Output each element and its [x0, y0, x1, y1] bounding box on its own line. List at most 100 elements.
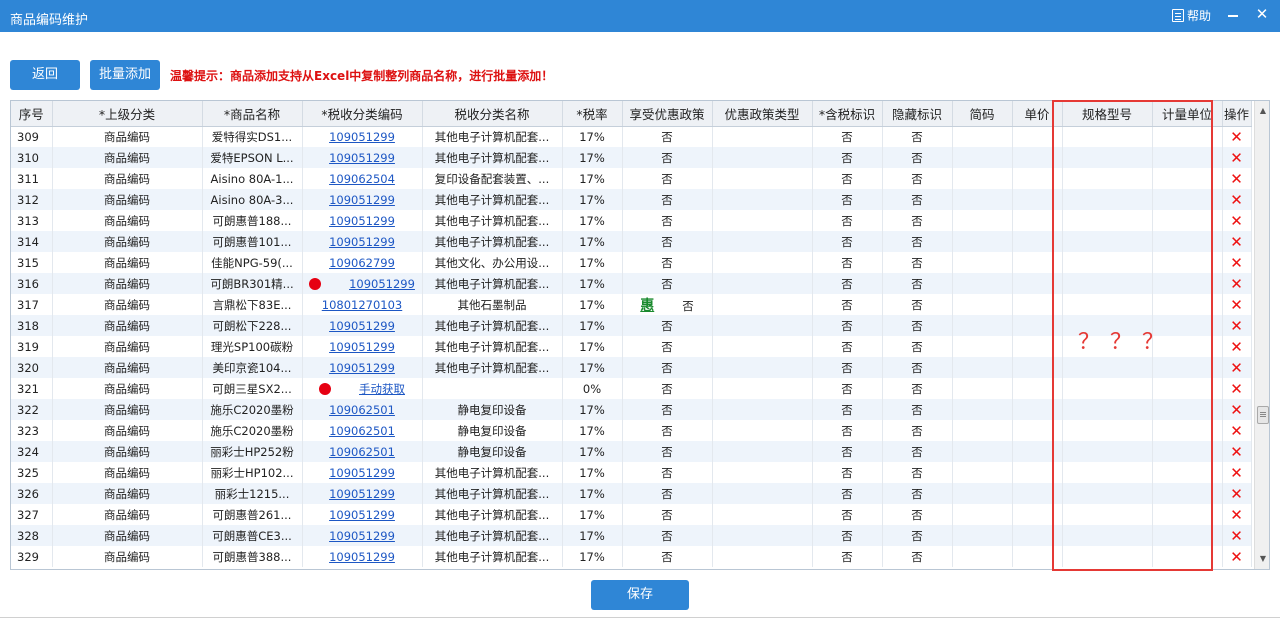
cell-product-name[interactable]: 可朗惠普188...	[202, 210, 303, 231]
cell-product-name[interactable]: Aisino 80A-1...	[202, 168, 303, 189]
delete-icon[interactable]: ✕	[1230, 485, 1243, 503]
cell-product-name[interactable]: 丽彩士HP102...	[202, 462, 303, 483]
cell-parent-category[interactable]: 商品编码	[52, 210, 203, 231]
cell-preference-type[interactable]	[712, 126, 813, 147]
cell-preference-type[interactable]	[712, 294, 813, 315]
column-header[interactable]: *税收分类编码	[302, 101, 423, 127]
cell-tax-category-name[interactable]: 其他电子计算机配套...	[422, 126, 563, 147]
column-header[interactable]: 单价	[1012, 101, 1063, 127]
cell-tax-category-name[interactable]: 其他电子计算机配套...	[422, 315, 563, 336]
cell-unit-price[interactable]	[1012, 357, 1063, 378]
cell-tax-included[interactable]: 否	[812, 273, 883, 294]
cell-unit-price[interactable]	[1012, 483, 1063, 504]
cell-parent-category[interactable]: 商品编码	[52, 420, 203, 441]
cell-product-name[interactable]: 施乐C2020墨粉	[202, 399, 303, 420]
cell-spec-model[interactable]	[1062, 210, 1153, 231]
cell-parent-category[interactable]: 商品编码	[52, 462, 203, 483]
cell-tax-code[interactable]: 109051299	[302, 462, 423, 483]
table-row[interactable]: 319 商品编码 理光SP100碳粉 109051299 其他电子计算机配套... 17%…	[11, 336, 1252, 357]
cell-tax-category-name[interactable]: 其他电子计算机配套...	[422, 231, 563, 252]
delete-icon[interactable]: ✕	[1230, 548, 1243, 566]
cell-product-name[interactable]: 丽彩士HP252粉	[202, 441, 303, 462]
cell-spec-model[interactable]	[1062, 441, 1153, 462]
cell-tax-rate[interactable]: 17%	[562, 273, 623, 294]
cell-hidden-flag[interactable]: 否	[882, 168, 953, 189]
cell-tax-included[interactable]: 否	[812, 504, 883, 525]
cell-tax-category-name[interactable]: 其他电子计算机配套...	[422, 357, 563, 378]
table-row[interactable]: 326 商品编码 丽彩士1215... 109051299 其他电子计算机配套... 17…	[11, 483, 1252, 504]
table-row[interactable]: 314 商品编码 可朗惠普101... 109051299 其他电子计算机配套... 17…	[11, 231, 1252, 252]
cell-short-code[interactable]	[952, 546, 1013, 567]
tax-code-link[interactable]: 109051299	[329, 487, 395, 501]
cell-product-name[interactable]: 爱特得实DS1...	[202, 126, 303, 147]
cell-short-code[interactable]	[952, 231, 1013, 252]
cell-short-code[interactable]	[952, 420, 1013, 441]
cell-preference-type[interactable]	[712, 525, 813, 546]
vertical-scrollbar[interactable]: ▲ ▼	[1254, 101, 1269, 569]
cell-product-name[interactable]: 理光SP100碳粉	[202, 336, 303, 357]
tax-code-link[interactable]: 109062501	[329, 445, 395, 459]
cell-spec-model[interactable]	[1062, 294, 1153, 315]
table-row[interactable]: 327 商品编码 可朗惠普261... 109051299 其他电子计算机配套... 17…	[11, 504, 1252, 525]
cell-spec-model[interactable]	[1062, 231, 1153, 252]
cell-preference-type[interactable]	[712, 252, 813, 273]
cell-tax-rate[interactable]: 17%	[562, 315, 623, 336]
cell-hidden-flag[interactable]: 否	[882, 273, 953, 294]
cell-preference-type[interactable]	[712, 315, 813, 336]
cell-unit-price[interactable]	[1012, 315, 1063, 336]
cell-hidden-flag[interactable]: 否	[882, 252, 953, 273]
cell-short-code[interactable]	[952, 294, 1013, 315]
minimize-button[interactable]	[1225, 6, 1241, 22]
cell-tax-code[interactable]: 109062504	[302, 168, 423, 189]
cell-tax-code[interactable]: 10801270103	[302, 294, 423, 315]
cell-hidden-flag[interactable]: 否	[882, 336, 953, 357]
cell-unit[interactable]	[1152, 462, 1223, 483]
cell-tax-code[interactable]: 109051299	[302, 189, 423, 210]
cell-parent-category[interactable]: 商品编码	[52, 525, 203, 546]
cell-spec-model[interactable]	[1062, 252, 1153, 273]
cell-tax-code[interactable]: 109062501	[302, 399, 423, 420]
cell-tax-rate[interactable]: 0%	[562, 378, 623, 399]
cell-spec-model[interactable]	[1062, 462, 1153, 483]
cell-product-name[interactable]: 可朗惠普CE3...	[202, 525, 303, 546]
cell-tax-included[interactable]: 否	[812, 462, 883, 483]
cell-unit-price[interactable]	[1012, 231, 1063, 252]
cell-tax-included[interactable]: 否	[812, 315, 883, 336]
cell-short-code[interactable]	[952, 462, 1013, 483]
cell-tax-rate[interactable]: 17%	[562, 210, 623, 231]
scroll-down-icon[interactable]: ▼	[1255, 551, 1269, 567]
cell-preference[interactable]: 否	[622, 273, 713, 294]
cell-unit-price[interactable]	[1012, 378, 1063, 399]
cell-tax-category-name[interactable]: 静电复印设备	[422, 420, 563, 441]
tax-code-link[interactable]: 109062501	[329, 403, 395, 417]
cell-tax-rate[interactable]: 17%	[562, 336, 623, 357]
cell-spec-model[interactable]	[1062, 483, 1153, 504]
cell-unit-price[interactable]	[1012, 336, 1063, 357]
cell-preference[interactable]: 否	[622, 231, 713, 252]
cell-short-code[interactable]	[952, 189, 1013, 210]
cell-parent-category[interactable]: 商品编码	[52, 168, 203, 189]
cell-tax-rate[interactable]: 17%	[562, 252, 623, 273]
cell-tax-rate[interactable]: 17%	[562, 126, 623, 147]
table-row[interactable]: 328 商品编码 可朗惠普CE3... 109051299 其他电子计算机配套... 17…	[11, 525, 1252, 546]
table-row[interactable]: 324 商品编码 丽彩士HP252粉 109062501 静电复印设备 17% 否否否 ✕	[11, 441, 1252, 462]
table-row[interactable]: 313 商品编码 可朗惠普188... 109051299 其他电子计算机配套... 17…	[11, 210, 1252, 231]
tax-code-link[interactable]: 109062504	[329, 172, 395, 186]
cell-tax-rate[interactable]: 17%	[562, 357, 623, 378]
cell-unit-price[interactable]	[1012, 546, 1063, 567]
cell-spec-model[interactable]	[1062, 525, 1153, 546]
cell-preference-type[interactable]	[712, 273, 813, 294]
cell-tax-code[interactable]: 109062799	[302, 252, 423, 273]
cell-short-code[interactable]	[952, 483, 1013, 504]
cell-unit-price[interactable]	[1012, 399, 1063, 420]
cell-hidden-flag[interactable]: 否	[882, 399, 953, 420]
cell-unit-price[interactable]	[1012, 210, 1063, 231]
delete-icon[interactable]: ✕	[1230, 212, 1243, 230]
cell-unit[interactable]	[1152, 147, 1223, 168]
table-row[interactable]: 322 商品编码 施乐C2020墨粉 109062501 静电复印设备 17% 否否否 ✕	[11, 399, 1252, 420]
cell-tax-rate[interactable]: 17%	[562, 399, 623, 420]
cell-unit-price[interactable]	[1012, 525, 1063, 546]
cell-unit[interactable]	[1152, 273, 1223, 294]
cell-unit[interactable]	[1152, 420, 1223, 441]
cell-preference[interactable]: 否	[622, 399, 713, 420]
